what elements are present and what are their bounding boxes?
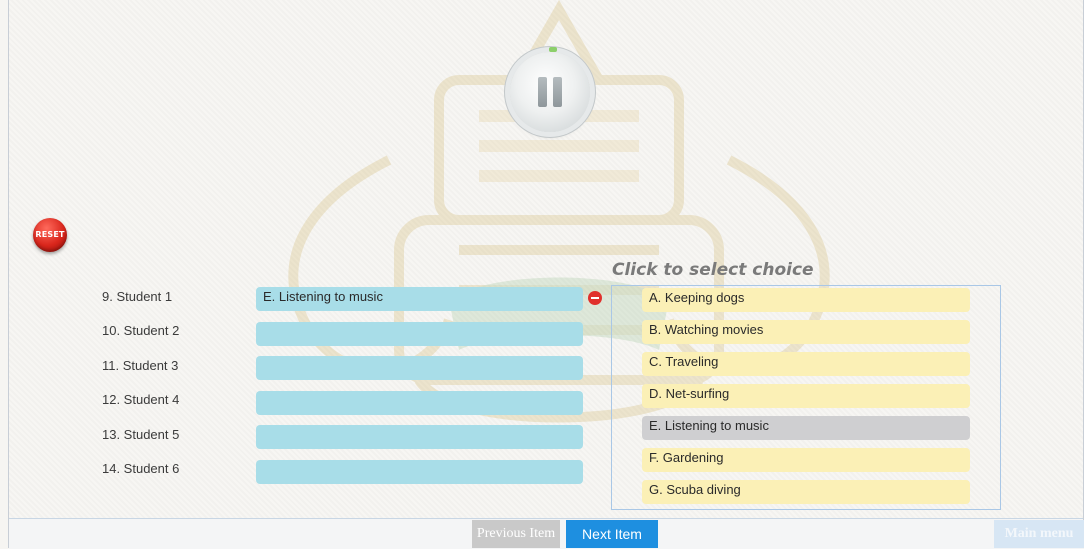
main-menu-button[interactable]: Main menu [994,520,1084,548]
student-label: 10. Student 2 [102,323,180,338]
choice-item-used[interactable]: E. Listening to music [642,416,970,440]
student-label: 14. Student 6 [102,461,180,476]
answer-slot[interactable] [256,425,583,449]
pause-button[interactable] [510,47,590,132]
student-label: 9. Student 1 [102,289,173,304]
audio-progress-indicator [549,47,557,52]
student-label: 11. Student 3 [102,358,179,373]
answer-slot[interactable]: E. Listening to music [256,287,583,311]
choice-item[interactable]: C. Traveling [642,352,970,376]
choices-title: Click to select choice [612,260,814,280]
answer-slot[interactable] [256,391,583,415]
answer-slot[interactable] [256,322,583,346]
student-label: 13. Student 5 [102,427,180,442]
remove-answer-icon[interactable] [588,291,602,305]
pause-icon [538,77,547,107]
student-label: 12. Student 4 [102,392,180,407]
choice-item[interactable]: G. Scuba diving [642,480,970,504]
choice-item[interactable]: D. Net-surfing [642,384,970,408]
pause-icon-bar [553,77,562,107]
choice-item[interactable]: B. Watching movies [642,320,970,344]
reset-button[interactable]: RESET [33,218,67,252]
answer-slot[interactable] [256,356,583,380]
next-item-button[interactable]: Next Item [566,520,658,548]
previous-item-button[interactable]: Previous Item [472,520,560,548]
answer-slot[interactable] [256,460,583,484]
choice-item[interactable]: F. Gardening [642,448,970,472]
choice-item[interactable]: A. Keeping dogs [642,288,970,312]
